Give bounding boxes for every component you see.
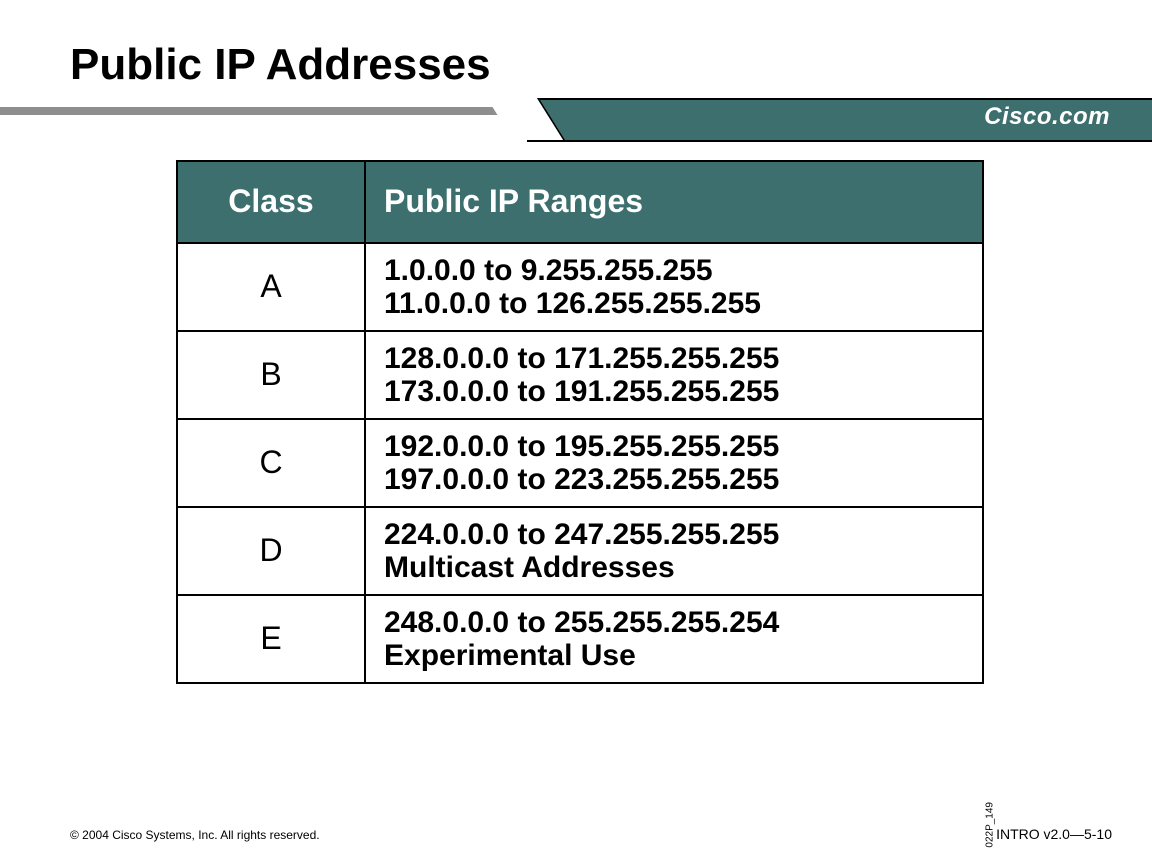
range-line: Multicast Addresses	[384, 551, 675, 584]
range-line: 224.0.0.0 to 247.255.255.255	[384, 518, 779, 551]
range-line: 11.0.0.0 to 126.255.255.255	[384, 287, 761, 320]
header-class: Class	[177, 161, 365, 243]
ip-ranges-table: Class Public IP Ranges A 1.0.0.0 to 9.25…	[176, 160, 984, 684]
footer-slide-id: INTRO v2.0—5-10	[996, 826, 1112, 842]
cell-class: A	[177, 243, 365, 331]
footer-copyright: © 2004 Cisco Systems, Inc. All rights re…	[70, 828, 320, 842]
table-row: E 248.0.0.0 to 255.255.255.254 Experimen…	[177, 595, 983, 683]
range-line: 1.0.0.0 to 9.255.255.255	[384, 254, 713, 287]
range-line: 248.0.0.0 to 255.255.255.254	[384, 606, 779, 639]
header-stripe-teal: Cisco.com	[527, 98, 1152, 142]
cell-range: 192.0.0.0 to 195.255.255.255 197.0.0.0 t…	[365, 419, 983, 507]
table-row: C 192.0.0.0 to 195.255.255.255 197.0.0.0…	[177, 419, 983, 507]
figure-code: 022P_149	[985, 802, 996, 848]
table-row: A 1.0.0.0 to 9.255.255.255 11.0.0.0 to 1…	[177, 243, 983, 331]
cell-range: 128.0.0.0 to 171.255.255.255 173.0.0.0 t…	[365, 331, 983, 419]
header-ranges: Public IP Ranges	[365, 161, 983, 243]
table-header-row: Class Public IP Ranges	[177, 161, 983, 243]
header-stripe-gray	[0, 107, 527, 115]
brand-label: Cisco.com	[984, 103, 1110, 131]
cell-class: D	[177, 507, 365, 595]
cell-class: B	[177, 331, 365, 419]
range-line: 197.0.0.0 to 223.255.255.255	[384, 463, 779, 496]
cell-range: 248.0.0.0 to 255.255.255.254 Experimenta…	[365, 595, 983, 683]
slide: Public IP Addresses Cisco.com Class Publ…	[0, 0, 1152, 864]
range-line: Experimental Use	[384, 639, 636, 672]
cell-class: C	[177, 419, 365, 507]
range-line: 128.0.0.0 to 171.255.255.255	[384, 342, 779, 375]
table-row: B 128.0.0.0 to 171.255.255.255 173.0.0.0…	[177, 331, 983, 419]
table-row: D 224.0.0.0 to 247.255.255.255 Multicast…	[177, 507, 983, 595]
range-line: 192.0.0.0 to 195.255.255.255	[384, 430, 779, 463]
cell-range: 224.0.0.0 to 247.255.255.255 Multicast A…	[365, 507, 983, 595]
range-line: 173.0.0.0 to 191.255.255.255	[384, 375, 779, 408]
cell-range: 1.0.0.0 to 9.255.255.255 11.0.0.0 to 126…	[365, 243, 983, 331]
slide-title: Public IP Addresses	[70, 40, 491, 90]
cell-class: E	[177, 595, 365, 683]
